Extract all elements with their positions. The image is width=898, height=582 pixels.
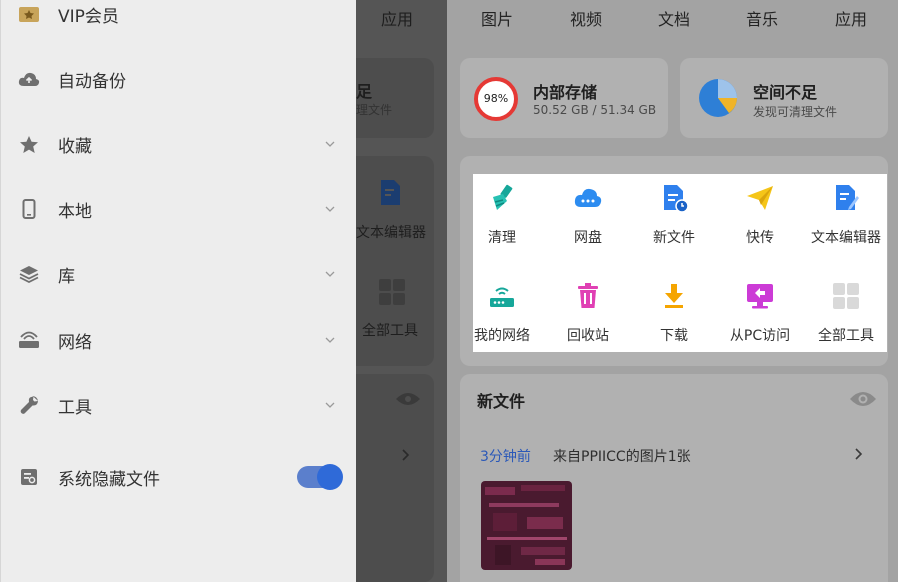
covered-tab-apps: 应用 bbox=[381, 10, 414, 29]
new-files-title: 新文件 bbox=[477, 392, 526, 411]
drawer-item-hidden-files[interactable]: 系统隐藏文件 bbox=[1, 452, 357, 502]
tab-apps[interactable]: 应用 bbox=[835, 6, 867, 30]
tool-quick-transfer[interactable]: 快传 bbox=[719, 179, 801, 259]
covered-eye-icon bbox=[396, 393, 420, 405]
chevron-right-icon bbox=[855, 448, 863, 460]
covered-chevron-icon bbox=[402, 449, 410, 461]
space-low-card[interactable]: 空间不足 发现可清理文件 bbox=[680, 58, 888, 138]
all-tools-icon bbox=[833, 283, 859, 309]
tool-label: 文本编辑器 bbox=[811, 230, 881, 246]
internal-storage-usage: 50.52 GB / 51.34 GB bbox=[533, 103, 657, 117]
drawer-item-label: 本地 bbox=[58, 201, 92, 222]
covered-editor-icon bbox=[381, 180, 400, 205]
cloud-backup-icon bbox=[17, 67, 41, 91]
layers-icon bbox=[17, 262, 41, 286]
pc-access-icon bbox=[747, 284, 773, 309]
tool-label: 全部工具 bbox=[818, 328, 874, 344]
chevron-down-icon bbox=[325, 271, 335, 277]
drawer-item-label: 系统隐藏文件 bbox=[58, 469, 160, 490]
broom-icon bbox=[493, 184, 513, 210]
wrench-icon bbox=[17, 393, 41, 417]
new-file-icon bbox=[664, 185, 689, 213]
tool-all-tools[interactable]: 全部工具 bbox=[805, 277, 887, 357]
tool-clean[interactable]: 清理 bbox=[461, 179, 543, 259]
tool-cloud-drive[interactable]: 网盘 bbox=[547, 179, 629, 259]
cloud-drive-icon bbox=[574, 188, 602, 207]
chevron-down-icon bbox=[325, 337, 335, 343]
covered-storage-sub: 理文件 bbox=[356, 103, 393, 117]
tab-music[interactable]: 音乐 bbox=[746, 6, 778, 30]
space-low-subtitle: 发现可清理文件 bbox=[753, 105, 838, 119]
drawer-item-label: 库 bbox=[58, 266, 75, 287]
download-icon bbox=[665, 284, 683, 308]
covered-all-tools-label: 全部工具 bbox=[362, 323, 418, 339]
phone-icon bbox=[17, 197, 41, 221]
drawer-item-library[interactable]: 库 bbox=[1, 249, 357, 299]
drawer-item-vip[interactable]: VIP会员 bbox=[1, 0, 357, 39]
covered-all-tools-icon bbox=[379, 279, 405, 305]
vip-icon bbox=[17, 2, 41, 26]
new-files-time: 3分钟前 bbox=[480, 449, 531, 465]
image-thumbnail[interactable] bbox=[481, 481, 572, 570]
toggle-knob bbox=[317, 464, 343, 490]
drawer-item-tools[interactable]: 工具 bbox=[1, 380, 357, 430]
hidden-files-toggle[interactable] bbox=[297, 464, 343, 490]
file-manager-screen: 图片 视频 文档 音乐 应用 98% 内部存储 50.52 GB / 51.34… bbox=[0, 0, 898, 582]
eye-icon[interactable] bbox=[849, 390, 877, 408]
pie-chart-icon bbox=[699, 79, 737, 117]
storage-percent: 98% bbox=[483, 92, 509, 105]
drawer-item-label: VIP会员 bbox=[58, 6, 119, 27]
drawer-item-label: 自动备份 bbox=[58, 71, 126, 92]
drawer-item-label: 收藏 bbox=[58, 136, 92, 157]
paper-plane-icon bbox=[747, 186, 773, 210]
space-low-title: 空间不足 bbox=[753, 83, 818, 102]
star-icon bbox=[17, 132, 41, 156]
tool-new-files[interactable]: 新文件 bbox=[633, 179, 715, 259]
router-icon bbox=[490, 287, 514, 307]
tab-videos[interactable]: 视频 bbox=[570, 6, 602, 30]
drawer-item-label: 工具 bbox=[58, 397, 92, 418]
hidden-file-icon bbox=[17, 465, 41, 489]
covered-storage-text: 足 bbox=[356, 82, 373, 101]
chevron-down-icon bbox=[325, 141, 335, 147]
drawer-item-auto-backup[interactable]: 自动备份 bbox=[1, 54, 357, 104]
drawer-item-label: 网络 bbox=[58, 332, 92, 353]
trash-icon bbox=[578, 283, 598, 308]
drawer-item-network[interactable]: 网络 bbox=[1, 315, 357, 365]
chevron-down-icon bbox=[325, 206, 335, 212]
covered-editor-label: 文本编辑器 bbox=[356, 225, 426, 241]
new-files-row[interactable]: 3分钟前 来自PPIICC的图片1张 bbox=[470, 436, 880, 472]
internal-storage-title: 内部存储 bbox=[533, 83, 598, 102]
tool-text-editor[interactable]: 文本编辑器 bbox=[805, 179, 887, 259]
tool-my-network[interactable]: 我的网络 bbox=[461, 277, 543, 357]
network-icon bbox=[17, 328, 41, 352]
tab-documents[interactable]: 文档 bbox=[658, 6, 690, 30]
text-editor-icon bbox=[836, 185, 859, 210]
tab-images[interactable]: 图片 bbox=[481, 6, 513, 30]
tool-download[interactable]: 下载 bbox=[633, 277, 715, 357]
navigation-drawer: VIP会员 自动备份 收藏 本地 库 网络 工具 系统隐藏文件 bbox=[0, 0, 356, 582]
chevron-down-icon bbox=[325, 402, 335, 408]
new-files-description: 来自PPIICC的图片1张 bbox=[553, 449, 691, 465]
internal-storage-card[interactable]: 98% 内部存储 50.52 GB / 51.34 GB bbox=[460, 58, 668, 138]
drawer-item-local[interactable]: 本地 bbox=[1, 184, 357, 234]
tools-grid: 清理 网盘 新文件 快传 文本编辑器 我的网络 回收站 下载 从PC访问 全部工… bbox=[473, 174, 887, 352]
tool-access-from-pc[interactable]: 从PC访问 bbox=[719, 277, 801, 357]
drawer-item-favorites[interactable]: 收藏 bbox=[1, 119, 357, 169]
tool-recycle-bin[interactable]: 回收站 bbox=[547, 277, 629, 357]
